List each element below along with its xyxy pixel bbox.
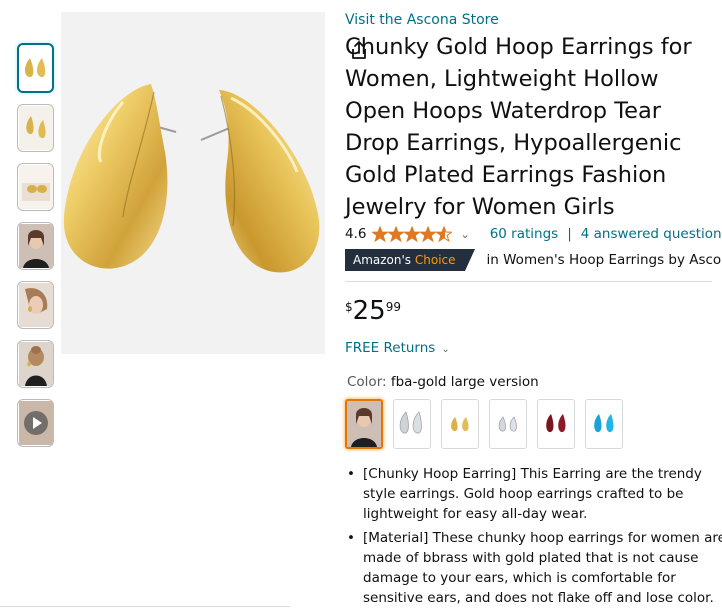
rating-value[interactable]: 4.6 [345, 226, 366, 242]
thumbnail-earring-boxed[interactable] [17, 163, 54, 211]
model-back-image [18, 342, 53, 386]
price-whole: 25 [352, 296, 386, 326]
badge-accent: Choice [414, 253, 456, 267]
divider [345, 281, 712, 282]
chevron-down-icon[interactable]: ⌄ [441, 344, 449, 355]
ratings-count-link[interactable]: 60 ratings [490, 226, 559, 242]
bottom-divider [0, 606, 290, 607]
swatch-dark-red[interactable] [537, 399, 575, 449]
silver-earring-icon [399, 411, 422, 434]
gold-teardrop-earrings-image [63, 84, 320, 273]
chevron-down-icon[interactable]: ⌄ [460, 228, 469, 241]
earring-box-image [18, 165, 53, 209]
swatch-blue[interactable] [585, 399, 623, 449]
swatch-silver-small[interactable] [489, 399, 527, 449]
swatch-model-gold[interactable] [345, 399, 383, 449]
model-front-image [18, 224, 53, 268]
amazons-choice-badge: Amazon's Choice [345, 249, 475, 271]
swatch-gold-small[interactable] [441, 399, 479, 449]
product-title: Chunky Gold Hoop Earrings for Women, Lig… [345, 34, 692, 220]
gold-earring-icon [451, 417, 469, 432]
rating-row: 4.6 ⌄ 60 ratings | 4 answered questions [345, 224, 722, 244]
blue-earring-icon [594, 414, 614, 433]
color-selection: Color: fba-gold large version [347, 374, 539, 390]
choice-category[interactable]: in Women's Hoop Earrings by Ascona [487, 252, 722, 268]
color-label: Color: [347, 374, 387, 390]
separator: | [567, 226, 572, 242]
answered-questions-link[interactable]: 4 answered questions [581, 226, 722, 242]
main-product-image[interactable] [61, 12, 375, 354]
bullet-item: [Material] These chunky hoop earrings fo… [347, 528, 722, 608]
model-side-image [18, 283, 53, 327]
thumbnail-model-side[interactable] [17, 281, 54, 329]
stars-icon [372, 226, 453, 242]
red-earring-icon [546, 414, 566, 433]
color-value: fba-gold large version [390, 374, 539, 390]
play-icon [18, 401, 53, 445]
thumbnail-earring-on-cloth[interactable] [17, 104, 54, 152]
amazons-choice-row: Amazon's Choice in Women's Hoop Earrings… [345, 249, 722, 271]
thumbnail-model-back[interactable] [17, 340, 54, 388]
silver-earring-icon [498, 416, 517, 432]
gold-earring-icon [24, 58, 45, 78]
swatch-silver[interactable] [393, 399, 431, 449]
price-symbol: $ [345, 300, 353, 314]
badge-prefix: Amazon's [353, 253, 412, 267]
earring-cloth-image [18, 106, 53, 150]
bullet-item: [Chunky Hoop Earring] This Earring are t… [347, 464, 722, 524]
thumbnail-video[interactable] [17, 399, 54, 447]
price: $ 25 99 [345, 296, 401, 326]
thumbnail-list [17, 43, 58, 458]
price-fraction: 99 [385, 300, 402, 314]
thumbnail-earring-pair[interactable] [17, 43, 54, 93]
free-returns-link[interactable]: FREE Returns ⌄ [345, 340, 450, 356]
feature-bullets: [Chunky Hoop Earring] This Earring are t… [345, 464, 722, 612]
model-gold-image [347, 401, 381, 447]
store-link[interactable]: Visit the Ascona Store [345, 12, 499, 28]
thumbnail-model-front[interactable] [17, 222, 54, 270]
star-rating[interactable] [372, 226, 453, 242]
free-returns-label[interactable]: FREE Returns [345, 340, 435, 356]
color-swatches [345, 399, 623, 449]
